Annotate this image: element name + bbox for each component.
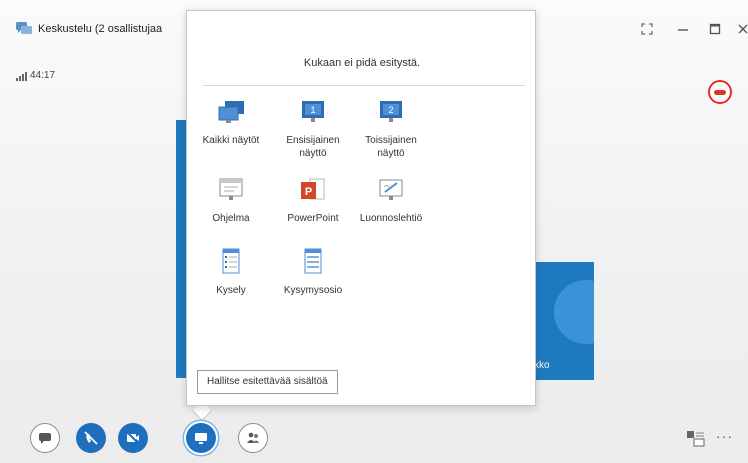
minimize-icon[interactable]: [672, 18, 694, 40]
window-title: Keskustelu (2 osallistujaa: [38, 23, 163, 35]
primary-monitor-icon: 1: [302, 101, 324, 122]
close-icon[interactable]: [732, 18, 748, 40]
present-icon: [195, 433, 207, 444]
video-icon: [126, 431, 140, 445]
program-icon: [219, 178, 243, 200]
call-toolbar: ···: [0, 410, 748, 463]
conversation-window: Keskustelu (2 osallistujaa 44:17 kko Kuk…: [0, 0, 748, 463]
maximize-icon[interactable]: [704, 18, 726, 40]
whiteboard-icon: [379, 179, 403, 200]
present-poll[interactable]: Kysely: [193, 247, 269, 297]
tooltip: Hallitse esitettävää sisältöä: [197, 370, 338, 394]
signal-strength-icon: [16, 72, 27, 81]
participant-name: kko: [534, 360, 550, 371]
presenter-status-message: Kukaan ei pidä esitystä.: [303, 57, 421, 69]
call-timer: 44:17: [30, 70, 56, 81]
monitor-number-1: 1: [310, 105, 315, 115]
more-options-icon[interactable]: ···: [716, 428, 733, 444]
participants-button[interactable]: [238, 423, 268, 453]
qa-icon: [304, 248, 322, 274]
present-content-popup: Kukaan ei pidä esitystä. Kaikki näytöt 1…: [186, 10, 536, 406]
audio-icon: [84, 431, 98, 445]
call-status: 44:17: [16, 70, 55, 81]
participants-icon: [247, 432, 259, 443]
divider: [203, 85, 525, 86]
powerpoint-icon: P: [301, 178, 325, 200]
present-qa[interactable]: Kysymysosio: [275, 247, 351, 297]
conversation-icon: [16, 22, 32, 34]
present-program[interactable]: Ohjelma: [193, 175, 269, 225]
hang-up-button[interactable]: [708, 80, 732, 104]
present-whiteboard[interactable]: Luonnoslehtiö: [353, 175, 429, 225]
avatar: [554, 280, 594, 344]
present-primary-monitor[interactable]: 1 Ensisijainen näyttö: [275, 97, 351, 160]
present-powerpoint[interactable]: P PowerPoint: [275, 175, 351, 225]
present-all-monitors[interactable]: Kaikki näytöt: [193, 97, 269, 147]
im-icon: [39, 433, 51, 444]
present-button[interactable]: [186, 423, 216, 453]
poll-icon: [222, 248, 240, 274]
im-button[interactable]: [30, 423, 60, 453]
video-button[interactable]: [118, 423, 148, 453]
all-monitors-icon: [218, 101, 244, 123]
present-secondary-monitor[interactable]: 2 Toissijainen näyttö: [353, 97, 429, 160]
audio-button[interactable]: [76, 423, 106, 453]
participant-tile[interactable]: kko: [528, 262, 594, 380]
svg-text:P: P: [305, 186, 312, 198]
layout-icon[interactable]: [686, 429, 706, 447]
restore-icon[interactable]: [636, 18, 658, 40]
secondary-monitor-icon: 2: [380, 101, 402, 122]
monitor-number-2: 2: [388, 105, 393, 115]
